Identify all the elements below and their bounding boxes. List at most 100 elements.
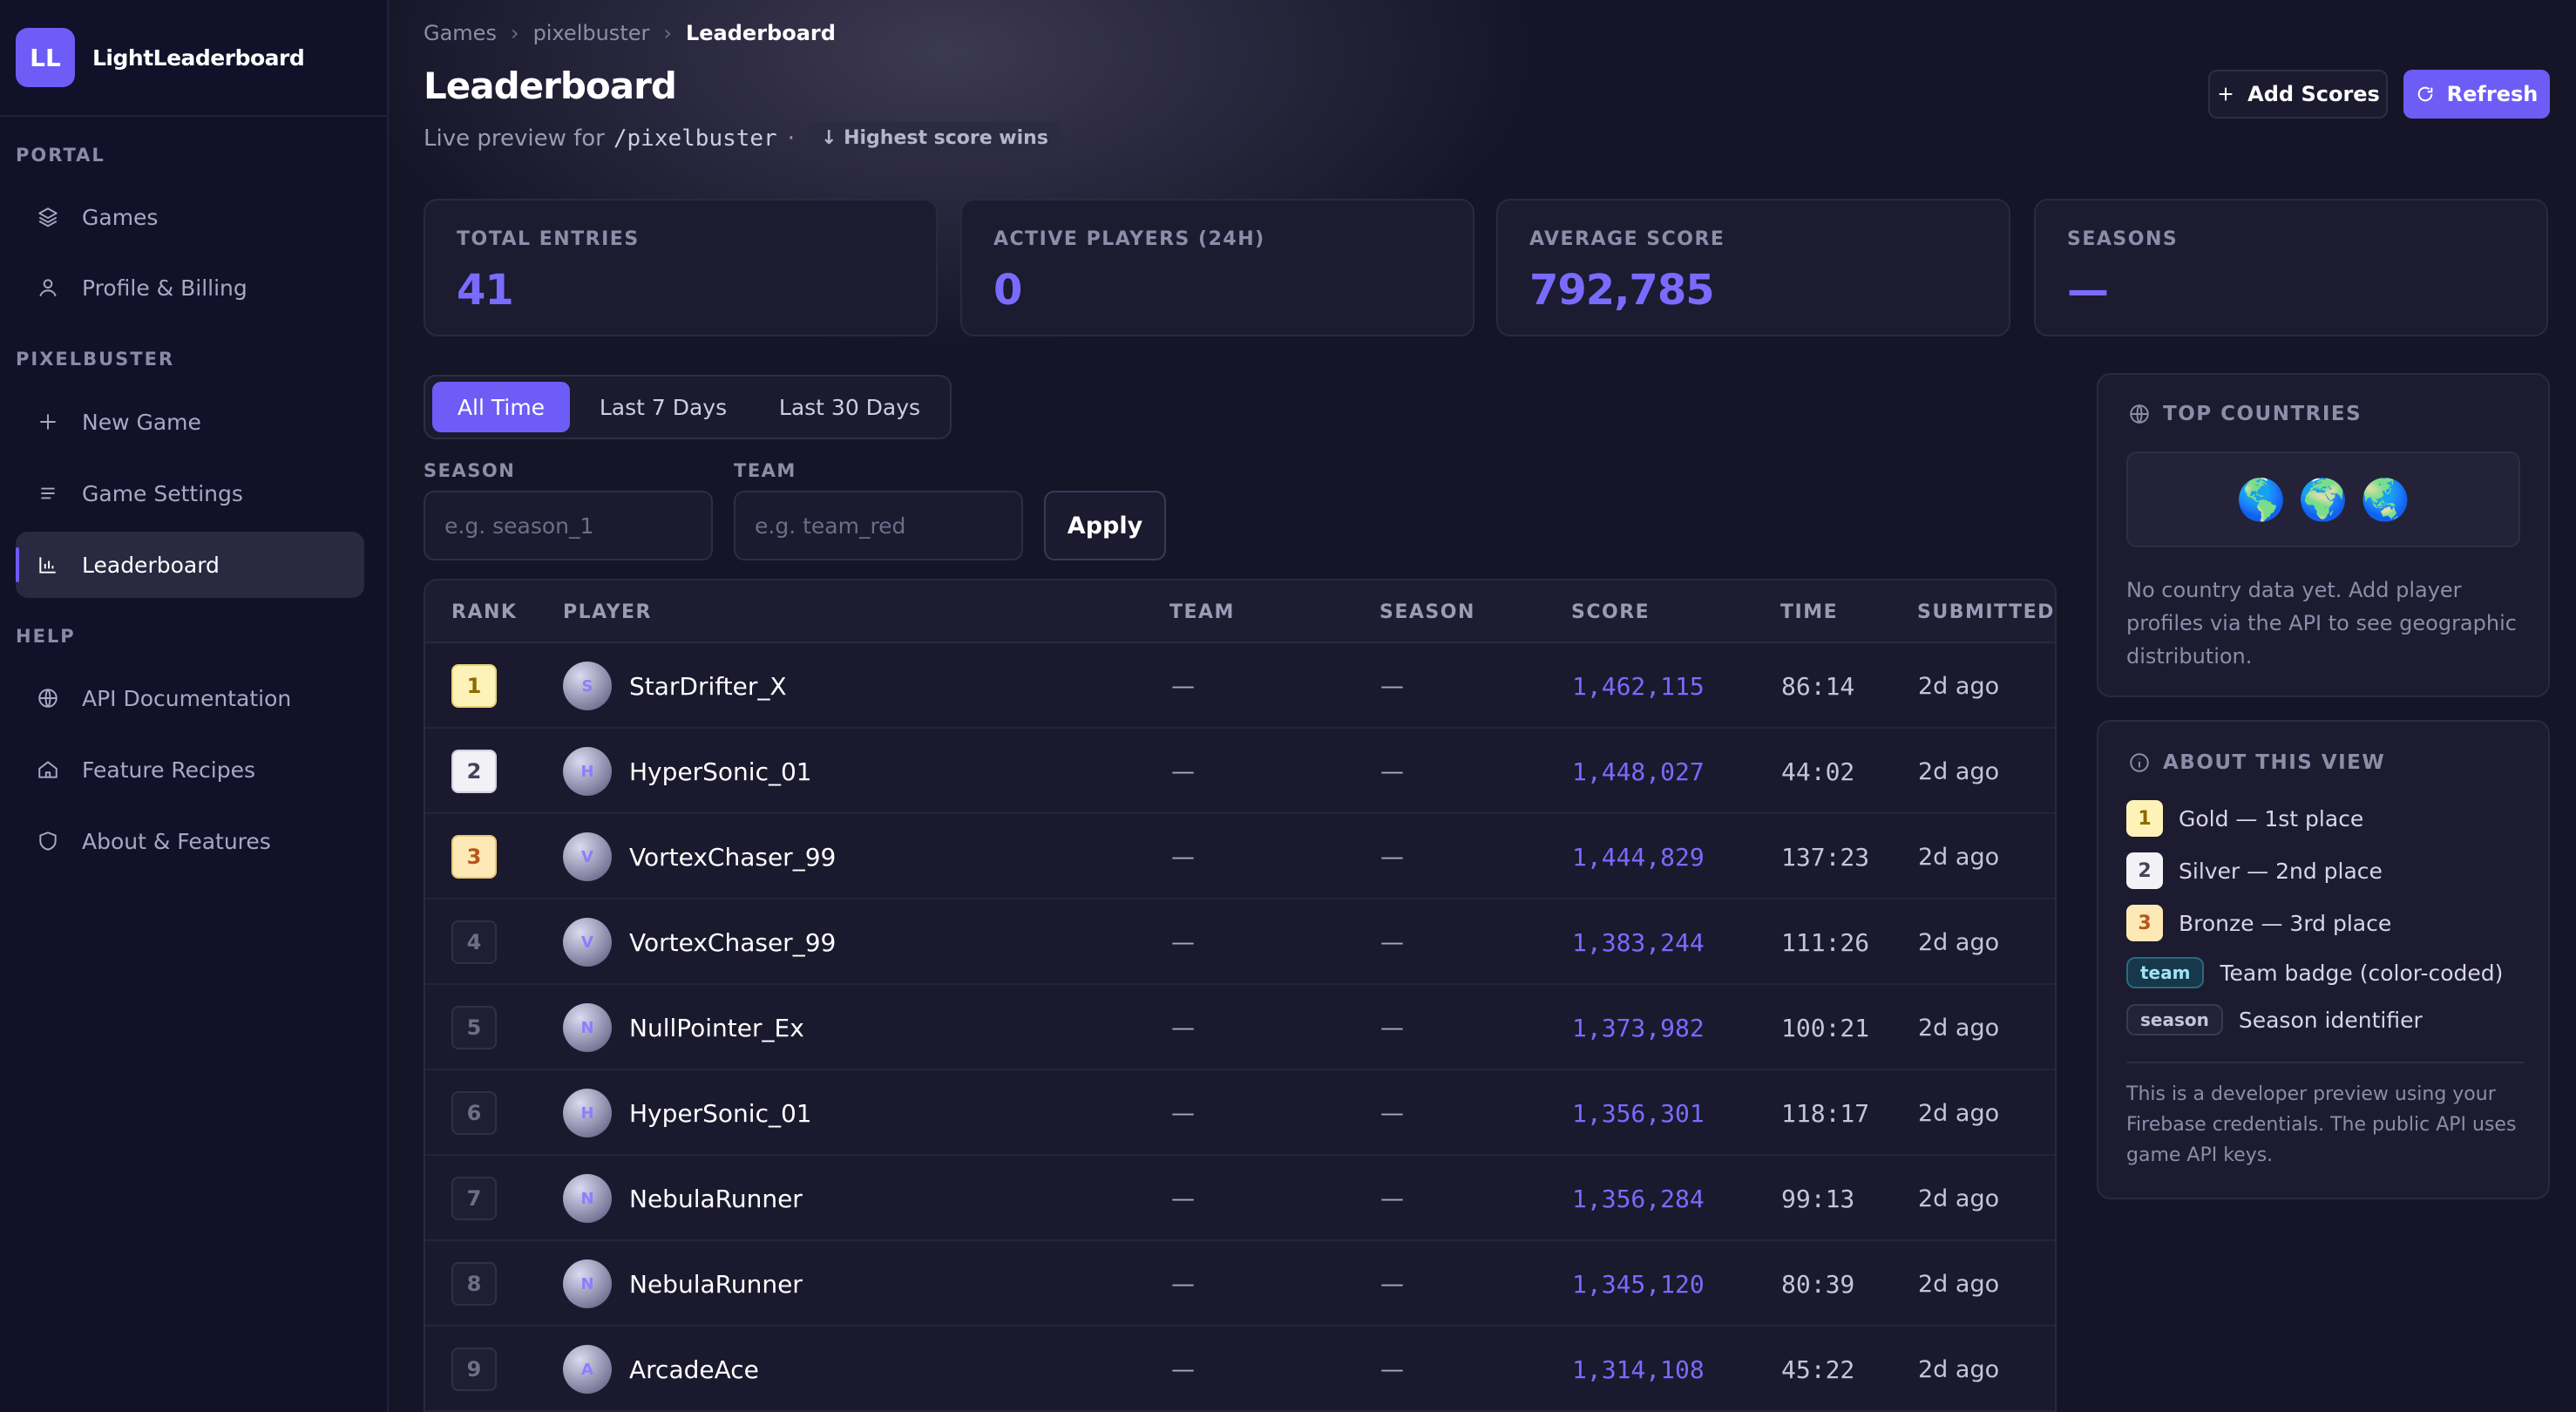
- silver-badge: 2: [2126, 852, 2163, 889]
- legend-text: Team badge (color-coded): [2220, 960, 2504, 986]
- rank-badge: 1: [451, 664, 497, 708]
- team-filter-input[interactable]: [734, 491, 1023, 560]
- season-cell: —: [1380, 1270, 1404, 1298]
- breadcrumb-separator: ›: [663, 21, 672, 45]
- time-cell: 100:21: [1781, 1013, 1870, 1042]
- divider: [2126, 1062, 2524, 1063]
- submitted-cell: 2d ago: [1918, 1355, 2000, 1383]
- player-name[interactable]: VortexChaser_99: [629, 928, 836, 957]
- brand[interactable]: LL LightLeaderboard: [0, 0, 387, 117]
- table-row[interactable]: 7 N NebulaRunner — — 1,356,284 99:13 2d ago: [425, 1156, 2055, 1241]
- player-name[interactable]: HyperSonic_01: [629, 1099, 812, 1128]
- add-scores-label: Add Scores: [2247, 82, 2380, 106]
- globe-icon: [38, 689, 58, 708]
- rank-badge: 3: [451, 835, 497, 879]
- player-cell: H HyperSonic_01: [563, 1070, 812, 1156]
- table-row[interactable]: 9 A ArcadeAce — — 1,314,108 45:22 2d ago: [425, 1327, 2055, 1412]
- player-name[interactable]: NebulaRunner: [629, 1185, 803, 1213]
- plus-icon: [40, 414, 56, 430]
- submitted-cell: 2d ago: [1918, 1185, 2000, 1212]
- team-tag: team: [2126, 957, 2205, 988]
- sidebar-item-games[interactable]: Games: [16, 184, 364, 250]
- stat-value: —: [2067, 266, 2109, 315]
- game-path: /pixelbuster: [613, 125, 777, 152]
- breadcrumb-separator: ›: [510, 21, 519, 45]
- stat-value: 0: [993, 266, 1022, 315]
- legend-text: Season identifier: [2238, 1007, 2423, 1033]
- player-name[interactable]: NebulaRunner: [629, 1270, 803, 1299]
- season-cell: —: [1380, 1099, 1404, 1127]
- sidebar-item-feature-recipes[interactable]: Feature Recipes: [16, 737, 364, 803]
- rank-cell: 8: [451, 1241, 497, 1327]
- top-countries-card: TOP COUNTRIES 🌎 🌍 🌏 No country data yet.…: [2097, 373, 2550, 697]
- season-cell: —: [1380, 757, 1404, 785]
- sidebar: LL LightLeaderboard PORTAL Games Profile…: [0, 0, 389, 1412]
- table-row[interactable]: 4 V VortexChaser_99 — — 1,383,244 111:26 2d ago: [425, 899, 2055, 985]
- breadcrumb-game[interactable]: pixelbuster: [533, 21, 650, 45]
- tab-last-7-days[interactable]: Last 7 Days: [570, 382, 756, 432]
- score-cell: 1,444,829: [1572, 842, 1705, 872]
- submitted-cell: 2d ago: [1918, 928, 2000, 956]
- sidebar-item-profile-billing[interactable]: Profile & Billing: [16, 255, 364, 321]
- submitted-cell: 2d ago: [1918, 1099, 2000, 1127]
- stat-card-seasons: SEASONS —: [2034, 199, 2548, 336]
- avatar: V: [563, 918, 612, 967]
- tab-all-time[interactable]: All Time: [432, 382, 570, 432]
- submitted-cell: 2d ago: [1918, 843, 2000, 871]
- time-cell: 111:26: [1781, 927, 1870, 957]
- legend-gold: 1 Gold — 1st place: [2126, 800, 2363, 837]
- column-header-season: SEASON: [1380, 601, 1475, 623]
- sidebar-item-about-features[interactable]: About & Features: [16, 808, 364, 874]
- player-name[interactable]: NullPointer_Ex: [629, 1014, 804, 1042]
- refresh-label: Refresh: [2446, 82, 2539, 106]
- table-row[interactable]: 5 N NullPointer_Ex — — 1,373,982 100:21 2d ago: [425, 985, 2055, 1070]
- season-cell: —: [1380, 1014, 1404, 1042]
- legend-bronze: 3 Bronze — 3rd place: [2126, 905, 2391, 941]
- sidebar-item-label: Games: [82, 204, 159, 230]
- sidebar-item-label: New Game: [82, 409, 201, 435]
- team-cell: —: [1171, 1355, 1195, 1383]
- season-filter-input[interactable]: [424, 491, 713, 560]
- table-row[interactable]: 2 H HyperSonic_01 — — 1,448,027 44:02 2d ago: [425, 729, 2055, 814]
- player-name[interactable]: VortexChaser_99: [629, 843, 836, 872]
- refresh-button[interactable]: Refresh: [2403, 70, 2550, 119]
- user-icon: [39, 279, 57, 297]
- avatar: N: [563, 1259, 612, 1308]
- player-name[interactable]: StarDrifter_X: [629, 672, 787, 701]
- submitted-cell: 2d ago: [1918, 672, 2000, 700]
- player-name[interactable]: ArcadeAce: [629, 1355, 759, 1384]
- player-name[interactable]: HyperSonic_01: [629, 757, 812, 786]
- sidebar-item-label: Profile & Billing: [82, 275, 247, 301]
- stat-card-total-entries: TOTAL ENTRIES 41: [424, 199, 938, 336]
- add-scores-button[interactable]: Add Scores: [2208, 70, 2388, 119]
- apply-button[interactable]: Apply: [1044, 491, 1166, 560]
- sidebar-item-leaderboard[interactable]: Leaderboard: [16, 532, 364, 598]
- score-cell: 1,345,120: [1572, 1269, 1705, 1299]
- bronze-badge: 3: [2126, 905, 2163, 941]
- rank-cell: 7: [451, 1156, 497, 1241]
- card-title-text: TOP COUNTRIES: [2163, 403, 2362, 425]
- brand-logo: LL: [16, 28, 75, 87]
- sidebar-item-game-settings[interactable]: Game Settings: [16, 460, 364, 526]
- home-icon: [38, 761, 58, 778]
- sidebar-item-new-game[interactable]: New Game: [16, 389, 364, 455]
- table-header: RANK PLAYER TEAM SEASON SCORE TIME SUBMI…: [425, 580, 2055, 643]
- tab-last-30-days[interactable]: Last 30 Days: [756, 382, 943, 432]
- stat-label: SEASONS: [2067, 228, 2179, 250]
- breadcrumb-games[interactable]: Games: [424, 21, 497, 45]
- rank-cell: 2: [451, 729, 497, 814]
- table-row[interactable]: 6 H HyperSonic_01 — — 1,356,301 118:17 2d ago: [425, 1070, 2055, 1156]
- section-label-portal: PORTAL: [16, 145, 105, 166]
- sidebar-item-api-documentation[interactable]: API Documentation: [16, 665, 364, 731]
- about-view-card: ABOUT THIS VIEW 1 Gold — 1st place 2 Sil…: [2097, 720, 2550, 1199]
- season-cell: —: [1380, 928, 1404, 956]
- table-row[interactable]: 8 N NebulaRunner — — 1,345,120 80:39 2d ago: [425, 1241, 2055, 1327]
- table-row[interactable]: 3 V VortexChaser_99 — — 1,444,829 137:23 2d ago: [425, 814, 2055, 899]
- time-cell: 80:39: [1781, 1269, 1855, 1299]
- team-cell: —: [1171, 843, 1195, 871]
- stat-value: 792,785: [1529, 266, 1715, 315]
- subtitle-prefix: Live preview for: [424, 125, 605, 152]
- table-row[interactable]: 1 S StarDrifter_X — — 1,462,115 86:14 2d ago: [425, 643, 2055, 729]
- legend-season: season Season identifier: [2126, 1004, 2423, 1035]
- table-body: 1 S StarDrifter_X — —1,462,115 86:14 2d ago 2 H H…: [425, 643, 2055, 1412]
